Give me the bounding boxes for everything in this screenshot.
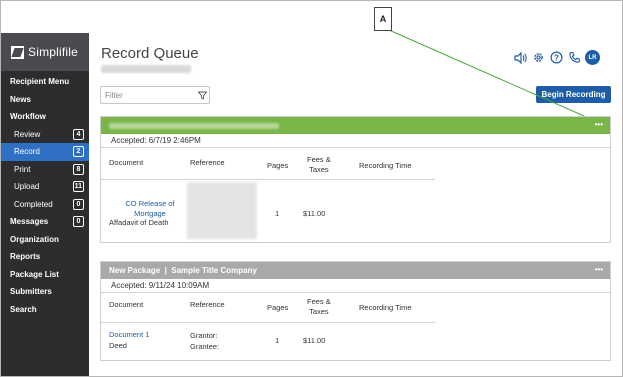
col-pages: Pages <box>267 303 289 312</box>
callout-label: A <box>374 7 392 31</box>
col-recording-time: Recording Time <box>359 303 412 312</box>
document-type: Affadavit of Death <box>109 218 169 227</box>
header-divider <box>101 322 435 323</box>
col-reference: Reference <box>190 300 225 309</box>
col-reference: Reference <box>190 158 225 167</box>
more-options-icon[interactable]: ••• <box>595 120 603 129</box>
reference-value: Grantor: Grantee: <box>190 331 220 351</box>
accepted-timestamp: Accepted: 9/11/24 10:09AM <box>101 279 610 293</box>
col-pages: Pages <box>267 161 289 170</box>
document-link[interactable]: CO Release of Mortgage <box>115 199 185 219</box>
fees-value: $11.00 <box>303 209 326 218</box>
package-card: New Package | Sample Title Company ••• A… <box>100 261 611 361</box>
document-link[interactable]: Document 1 <box>109 330 149 339</box>
redacted-reference <box>187 182 257 239</box>
document-type: Deed <box>109 341 127 350</box>
package-title: New Package | Sample Title Company <box>109 266 257 275</box>
fees-value: $11.00 <box>303 336 326 345</box>
col-document: Document <box>109 300 144 309</box>
col-fees: Fees & Taxes <box>307 155 331 174</box>
redacted-package-title <box>109 122 279 129</box>
package-card: ••• Accepted: 6/7/19 2:46PM Document Ref… <box>100 116 611 243</box>
pages-value: 1 <box>275 209 280 218</box>
more-options-icon[interactable]: ••• <box>595 265 603 274</box>
col-recording-time: Recording Time <box>359 161 412 170</box>
accepted-timestamp: Accepted: 6/7/19 2:46PM <box>101 134 610 148</box>
header-divider <box>101 179 435 180</box>
pages-value: 1 <box>275 336 280 345</box>
package-header[interactable]: ••• <box>101 117 610 134</box>
col-fees: Fees & Taxes <box>307 297 331 316</box>
col-document: Document <box>109 158 144 167</box>
package-header[interactable]: New Package | Sample Title Company ••• <box>101 262 610 279</box>
